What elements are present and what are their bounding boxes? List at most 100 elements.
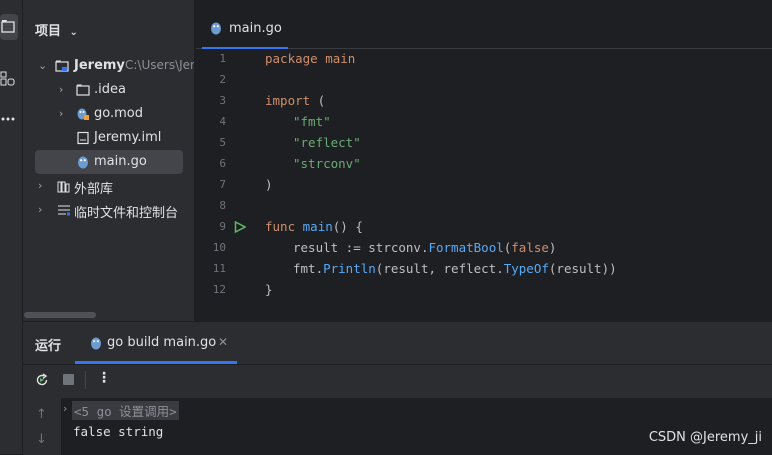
gopher-file-icon [209,21,223,39]
tab-main-go[interactable]: main.go [196,10,292,49]
project-panel-title: 项目 [35,24,62,39]
console-gutter: ↑ ↓ [23,398,61,455]
library-icon [57,179,71,193]
project-panel-header[interactable]: 项目 ⌄ [35,20,78,39]
file-icon [76,131,90,145]
code-text: main [317,51,356,66]
arrow-up-icon[interactable]: ↑ [36,407,47,422]
chevron-down-icon: ⌄ [69,27,78,38]
fold-chevron-icon[interactable]: › [63,402,67,415]
project-horizontal-scrollbar[interactable] [24,312,96,318]
string-literal: "strconv" [293,156,361,171]
tree-item-go-mod[interactable]: › go.mod [23,102,194,126]
tree-item-label: Jeremy.iml [94,130,162,145]
line-number: 12 [212,283,226,296]
chevron-right-icon: › [38,203,43,216]
console-output-line: false string [73,424,164,439]
folder-icon [76,83,90,97]
more-horizontal-icon [1,117,15,121]
line-number: 1 [219,52,226,65]
function-call: TypeOf [503,261,549,276]
line-number: 7 [219,178,226,191]
tree-item-main-go[interactable]: main.go [35,150,183,174]
code-text: ) [548,240,557,255]
run-panel-title: 运行 [35,339,62,354]
stop-icon[interactable] [63,374,74,385]
function-call: Println [323,261,376,276]
code-text: (result)) [548,261,617,276]
string-literal: "reflect" [293,135,361,150]
run-panel-header: 运行 go build main.go ✕ [23,322,772,365]
rerun-icon[interactable] [35,373,49,391]
keyword: func [265,219,296,234]
close-icon[interactable]: ✕ [218,335,228,349]
folder-icon [1,20,15,33]
run-gutter-icon[interactable] [234,220,247,236]
tree-item-label: Jeremy [74,58,125,73]
console-collapsed-line[interactable]: <5 go 设置调用> [72,401,179,420]
active-tab-indicator [75,361,237,364]
code-line[interactable]: 5 "reflect" [196,133,772,154]
chevron-right-icon: › [59,83,64,96]
chevron-right-icon: › [59,107,64,120]
function-name: main [302,219,333,234]
code-line[interactable]: 2 [196,70,772,91]
code-line[interactable]: 10 result := strconv.FormatBool(false) [196,238,772,259]
gopher-file-icon [76,155,90,169]
code-line[interactable]: 12 } [196,280,772,301]
code-editor: main.go 1 package main 2 3 import ( 4 "f… [196,0,772,321]
code-text: () { [332,219,363,234]
function-call: FormatBool [428,240,504,255]
console-output[interactable]: › <5 go 设置调用> false string [61,398,772,455]
line-number: 2 [219,73,226,86]
code-text: ) [265,177,273,192]
package-ref: fmt. [293,261,324,276]
code-line[interactable]: 7 ) [196,175,772,196]
arrow-down-icon[interactable]: ↓ [36,432,47,447]
run-config-tab[interactable]: go build main.go ✕ [75,332,237,364]
tree-item-jeremy-iml[interactable]: Jeremy.iml [23,126,194,150]
line-number: 11 [212,262,226,275]
tree-item-idea[interactable]: › .idea [23,78,194,102]
code-text: (result, reflect. [375,261,504,276]
tree-item-label: go.mod [94,106,143,121]
project-path: C:\Users\Jer [125,58,194,72]
code-line[interactable]: 9 func main() { [196,217,772,238]
line-number: 5 [219,136,226,149]
code-line[interactable]: 8 [196,196,772,217]
tree-item-label: 临时文件和控制台 [74,206,179,221]
folder-icon [55,59,69,73]
run-toolbar: ⋮ [23,365,772,397]
structure-tool-button[interactable] [0,66,18,92]
package-ref: strconv. [368,240,429,255]
more-vertical-icon[interactable]: ⋮ [97,370,111,386]
tree-item-label: main.go [94,154,147,169]
project-panel: 项目 ⌄ ⌄ Jeremy C:\Users\Jer › .idea › go.… [23,0,194,321]
structure-icon [0,71,15,86]
tree-item-jeremy[interactable]: ⌄ Jeremy C:\Users\Jer [23,54,194,78]
project-tool-button[interactable] [0,14,18,40]
code-line[interactable]: 11 fmt.Println(result, reflect.TypeOf(re… [196,259,772,280]
line-number: 6 [219,157,226,170]
tree-item-external-libraries[interactable]: › 外部库 [23,174,194,198]
line-number: 8 [219,199,226,212]
tree-item-scratches-consoles[interactable]: › 临时文件和控制台 [23,198,194,222]
line-number: 9 [219,220,226,233]
editor-tab-bar: main.go [196,10,772,49]
code-line[interactable]: 3 import ( [196,91,772,112]
gopher-module-icon [76,107,90,121]
more-tools-button[interactable] [0,106,18,132]
chevron-down-icon: ⌄ [38,59,48,72]
keyword: package [265,51,318,66]
gopher-file-icon [89,336,103,354]
toolbar-separator [85,371,86,389]
activity-bar [0,0,23,454]
code-line[interactable]: 4 "fmt" [196,112,772,133]
code-line[interactable]: 1 package main [196,49,772,70]
string-literal: "fmt" [293,114,331,129]
bool-literal: false [511,240,549,255]
code-line[interactable]: 6 "strconv" [196,154,772,175]
scratches-icon [57,203,71,217]
keyword: import [265,93,311,108]
code-text: } [265,282,273,297]
